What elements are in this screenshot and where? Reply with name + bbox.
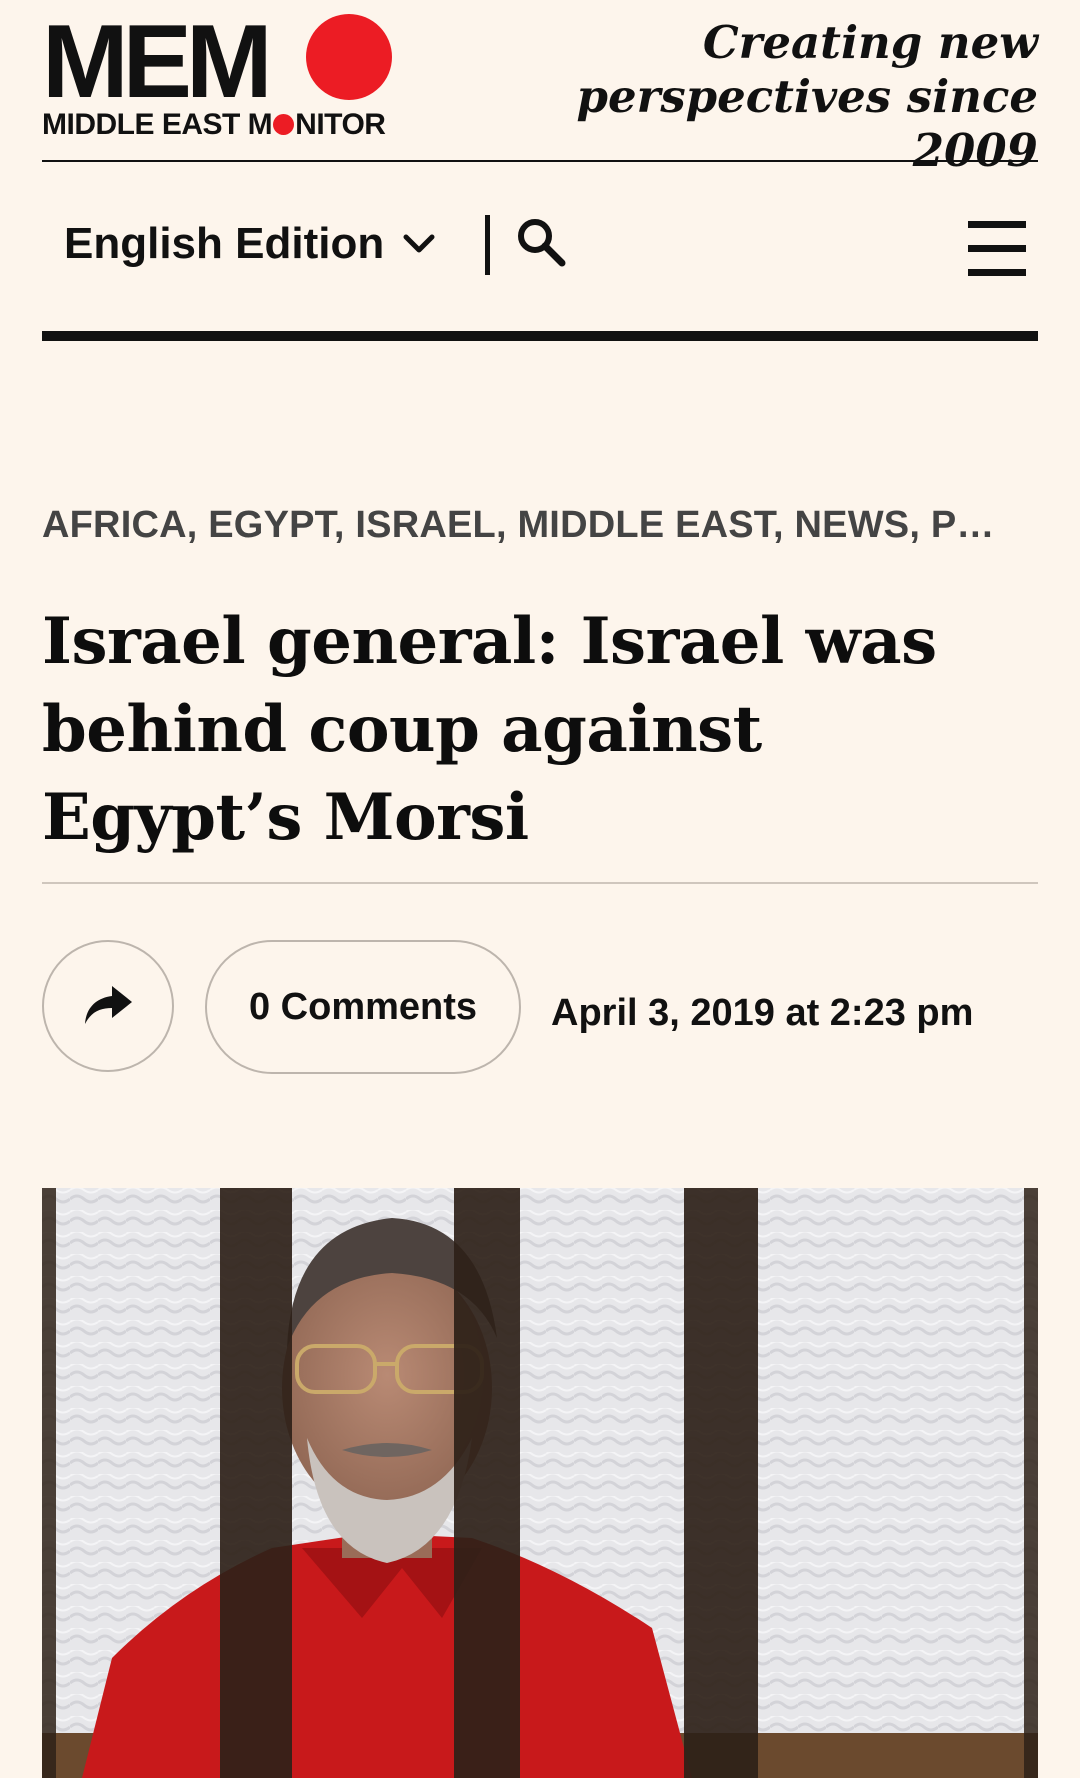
category-link-egypt[interactable]: EGYPT: [208, 504, 334, 546]
category-label: P…: [930, 504, 995, 546]
edition-selector[interactable]: English Edition: [64, 219, 436, 269]
share-button[interactable]: [42, 940, 174, 1072]
category-label: MIDDLE EAST: [517, 504, 773, 546]
category-link-middle-east[interactable]: MIDDLE EAST: [517, 504, 773, 546]
logo-subtitle-dot: [273, 114, 295, 135]
edition-label: English Edition: [64, 219, 385, 268]
comments-button[interactable]: 0 Comments: [205, 940, 521, 1074]
main-nav: English Edition: [42, 163, 1038, 343]
logo-red-dot: [306, 14, 392, 100]
publish-date: April 3, 2019 at 2:23 pm: [551, 992, 974, 1034]
meta-divider: [42, 882, 1038, 884]
category-link-israel[interactable]: ISRAEL: [355, 504, 496, 546]
site-header: MEM MIDDLE EAST M NITOR Creating new pers…: [42, 0, 1038, 177]
logo-subtitle-start: MIDDLE EAST M: [42, 108, 273, 141]
memo-logo[interactable]: MEM MIDDLE EAST M NITOR: [42, 10, 402, 140]
category-label: ISRAEL: [355, 504, 496, 546]
hero-photo: [42, 1188, 1038, 1778]
menu-bar-top: [968, 221, 1026, 228]
site-tagline: Creating new perspectives since 2009: [478, 16, 1038, 178]
menu-bar-middle: [968, 245, 1026, 252]
logo-subtitle-end: NITOR: [295, 108, 386, 141]
tagline-line-1: Creating new: [702, 16, 1038, 69]
nav-divider-bold: [42, 331, 1038, 341]
category-label: NEWS: [794, 504, 910, 546]
category-separator: ,: [186, 504, 209, 546]
logo-subtitle: MIDDLE EAST M NITOR: [42, 108, 386, 141]
share-arrow-icon: [85, 986, 132, 1024]
category-list: AFRICA, EGYPT, ISRAEL, MIDDLE EAST, NEWS…: [42, 500, 1038, 550]
search-button[interactable]: [512, 213, 572, 273]
category-label: AFRICA: [42, 504, 187, 546]
menu-bar-bottom: [968, 269, 1026, 276]
hamburger-menu-icon[interactable]: [968, 221, 1026, 277]
category-separator: ,: [909, 504, 931, 546]
logo-wordmark: MEM: [42, 4, 273, 120]
category-link-africa[interactable]: AFRICA: [42, 504, 187, 546]
category-separator: ,: [333, 504, 356, 546]
category-separator: ,: [773, 504, 795, 546]
category-label: EGYPT: [208, 504, 334, 546]
chevron-down-icon: [403, 234, 435, 253]
search-icon: [518, 219, 566, 267]
category-link-news[interactable]: NEWS: [795, 504, 910, 546]
category-link-truncated[interactable]: P…: [931, 504, 995, 546]
nav-divider: [485, 215, 490, 275]
header-divider: [42, 160, 1038, 162]
article-headline: Israel general: Israel was behind coup a…: [42, 604, 937, 855]
category-separator: ,: [495, 504, 518, 546]
article-hero-image: [42, 1188, 1038, 1778]
